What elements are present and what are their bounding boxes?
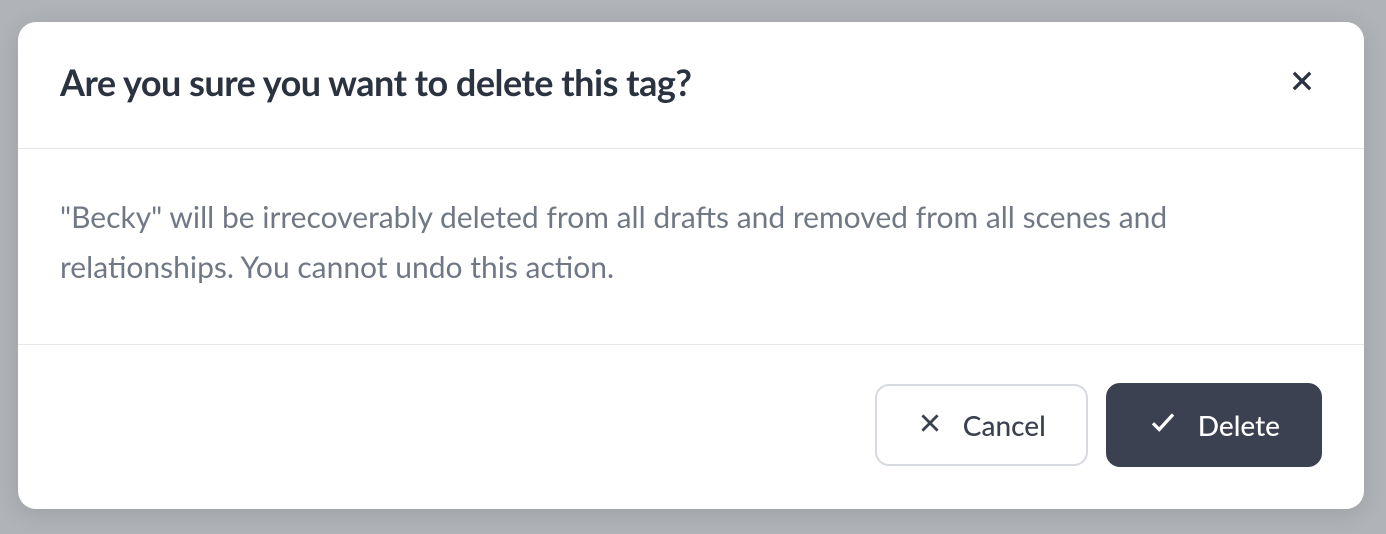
- close-button[interactable]: [1282, 61, 1322, 104]
- modal-header: Are you sure you want to delete this tag…: [18, 22, 1364, 149]
- confirm-delete-modal: Are you sure you want to delete this tag…: [18, 22, 1364, 509]
- cancel-button[interactable]: Cancel: [875, 384, 1088, 466]
- close-icon: [1288, 67, 1316, 98]
- delete-button[interactable]: Delete: [1106, 383, 1322, 467]
- modal-footer: Cancel Delete: [18, 345, 1364, 509]
- modal-title: Are you sure you want to delete this tag…: [60, 60, 691, 104]
- delete-button-label: Delete: [1198, 408, 1280, 442]
- modal-body: "Becky" will be irrecoverably deleted fr…: [18, 149, 1364, 345]
- close-icon: [917, 408, 943, 442]
- modal-message: "Becky" will be irrecoverably deleted fr…: [60, 193, 1322, 292]
- check-icon: [1148, 407, 1178, 443]
- cancel-button-label: Cancel: [963, 408, 1046, 442]
